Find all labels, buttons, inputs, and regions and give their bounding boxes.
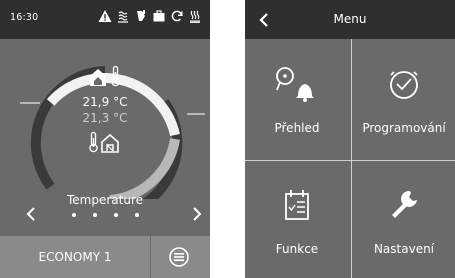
indoor-temperature: 21,9 °C — [82, 95, 128, 109]
status-time: 16:30 — [10, 12, 39, 23]
briefcase-icon — [152, 9, 166, 23]
mode-label[interactable]: ECONOMY 1 — [0, 236, 150, 278]
mode-separator — [150, 236, 151, 278]
chevron-right-icon — [193, 207, 202, 221]
outdoor-thermometer-icon — [89, 131, 98, 153]
page-dot[interactable] — [134, 213, 139, 217]
mode-bar: ECONOMY 1 — [0, 236, 210, 278]
back-arrow-icon — [259, 13, 268, 27]
filter-icon — [134, 9, 148, 23]
thermostat-screen: 16:30 21,9 °C 21,3 °C Temperature ECONOM… — [0, 0, 210, 278]
status-icons — [98, 9, 202, 23]
outdoor-temperature: 21,3 °C — [82, 111, 128, 125]
grid-divider-vertical — [351, 39, 352, 278]
menu-item-prehled[interactable]: Přehled — [245, 40, 349, 158]
menu-item-programovani[interactable]: Programování — [352, 40, 455, 158]
menu-item-label: Nastavení — [373, 242, 435, 256]
next-page-button[interactable] — [188, 205, 206, 223]
menu-item-label: Funkce — [275, 242, 319, 256]
page-dot[interactable] — [92, 213, 97, 217]
menu-item-label: Programování — [362, 121, 446, 135]
water-heater-icon — [116, 9, 130, 23]
calendar-list-icon — [285, 190, 309, 220]
menu-item-label: Přehled — [274, 121, 320, 135]
menu-screen: Menu Přehled Programování Funkce Nastave… — [245, 0, 455, 278]
overview-bell-icon — [276, 67, 314, 102]
refresh-icon — [170, 9, 184, 23]
wrench-icon — [392, 190, 417, 218]
menu-header: Menu — [245, 0, 455, 39]
menu-button[interactable] — [169, 247, 189, 267]
warning-icon[interactable] — [98, 9, 112, 23]
back-button[interactable] — [257, 12, 271, 28]
page-dot[interactable] — [71, 213, 76, 217]
menu-title: Menu — [333, 12, 367, 26]
previous-page-button[interactable] — [22, 205, 40, 223]
page-dot[interactable] — [113, 213, 118, 217]
outdoor-house-icon — [101, 133, 119, 153]
grid-divider-horizontal — [245, 160, 455, 161]
menu-item-nastaveni[interactable]: Nastavení — [352, 161, 455, 278]
chevron-left-icon — [26, 207, 35, 221]
defrost-icon — [188, 9, 202, 23]
status-bar: 16:30 — [0, 0, 210, 39]
clock-check-icon — [390, 71, 418, 99]
menu-item-funkce[interactable]: Funkce — [245, 161, 349, 278]
